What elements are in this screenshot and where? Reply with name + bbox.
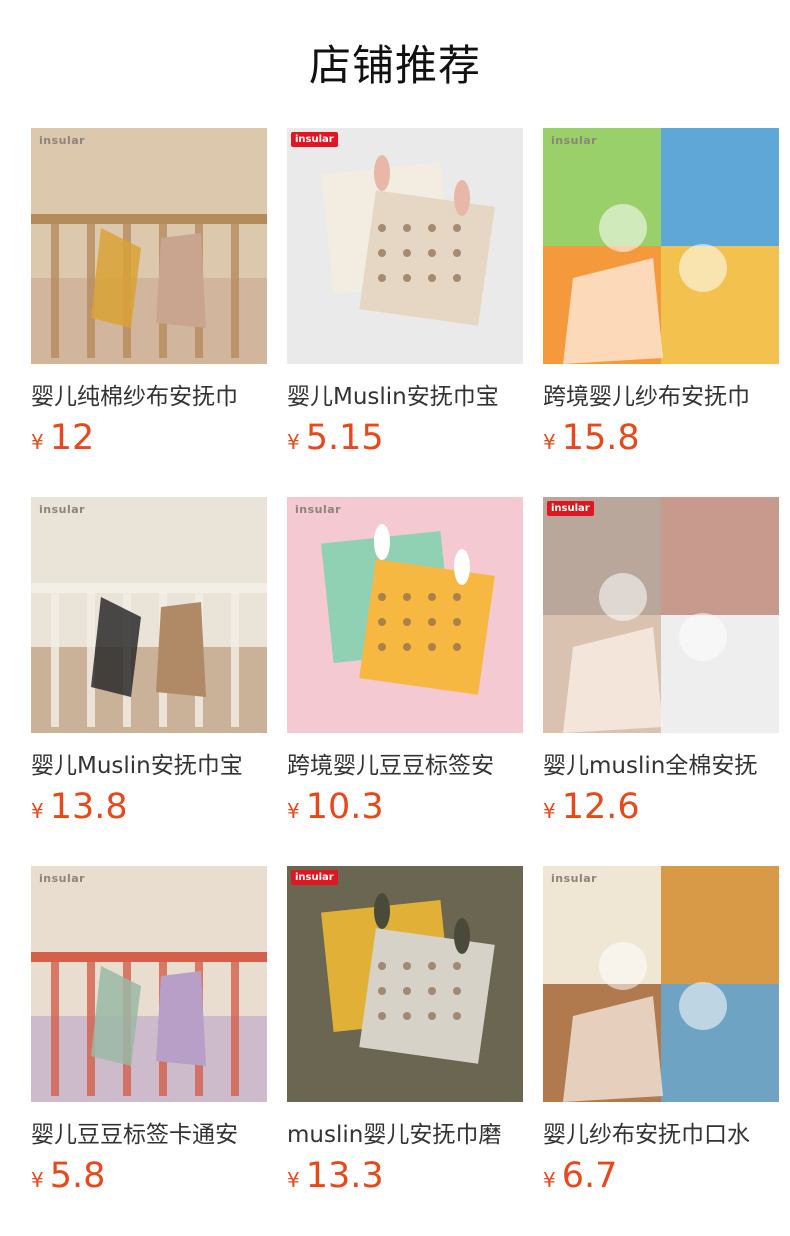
product-name[interactable]: 婴儿纯棉纱布安抚巾 (31, 382, 267, 412)
product-name[interactable]: 婴儿Muslin安抚巾宝 (31, 751, 267, 781)
currency-symbol: ¥ (287, 430, 300, 454)
product-name[interactable]: 跨境婴儿纱布安抚巾 (543, 382, 779, 412)
currency-symbol: ¥ (543, 799, 556, 823)
product-price: ¥13.3 (287, 1154, 384, 1198)
section-title: 店铺推荐 (308, 41, 481, 90)
price-value: 13.8 (49, 787, 128, 827)
product-image[interactable]: insular (543, 497, 779, 733)
price-value: 13.3 (305, 1156, 384, 1196)
brand-badge: insular (547, 501, 594, 516)
price-value: 10.3 (305, 787, 384, 827)
product-name[interactable]: 婴儿豆豆标签卡通安 (31, 1120, 267, 1150)
product-image[interactable]: insular (31, 128, 267, 364)
brand-logo: insular (39, 134, 86, 147)
brand-badge: insular (291, 132, 338, 147)
product-price: ¥13.8 (31, 785, 128, 829)
product-name[interactable]: muslin婴儿安抚巾磨 (287, 1120, 523, 1150)
product-image[interactable]: insular (287, 497, 523, 733)
product-image[interactable]: insular (31, 866, 267, 1102)
product-card[interactable]: insular 婴儿Muslin安抚巾宝 ¥5.15 (287, 128, 523, 458)
product-card[interactable]: insular 婴儿纯棉纱布安抚巾 ¥12 (31, 128, 267, 458)
brand-logo: insular (295, 503, 342, 516)
product-card[interactable]: insular muslin婴儿安抚巾磨 ¥13.3 (287, 866, 523, 1196)
product-price: ¥12 (31, 416, 94, 460)
product-image[interactable]: insular (287, 128, 523, 364)
price-value: 5.8 (49, 1156, 106, 1196)
product-card[interactable]: insular 跨境婴儿纱布安抚巾 ¥15.8 (543, 128, 779, 458)
currency-symbol: ¥ (287, 799, 300, 823)
product-price: ¥5.15 (287, 416, 384, 460)
currency-symbol: ¥ (31, 799, 44, 823)
price-value: 12 (49, 418, 95, 458)
product-name[interactable]: 婴儿Muslin安抚巾宝 (287, 382, 523, 412)
product-name[interactable]: 婴儿纱布安抚巾口水 (543, 1120, 779, 1150)
product-image[interactable]: insular (543, 128, 779, 364)
brand-logo: insular (551, 134, 598, 147)
product-price: ¥5.8 (31, 1154, 105, 1198)
product-card[interactable]: insular 婴儿muslin全棉安抚 ¥12.6 (543, 497, 779, 827)
currency-symbol: ¥ (31, 430, 44, 454)
product-card[interactable]: insular 婴儿Muslin安抚巾宝 ¥13.8 (31, 497, 267, 827)
product-name[interactable]: 婴儿muslin全棉安抚 (543, 751, 779, 781)
product-image[interactable]: insular (543, 866, 779, 1102)
product-card[interactable]: insular 婴儿纱布安抚巾口水 ¥6.7 (543, 866, 779, 1196)
currency-symbol: ¥ (543, 430, 556, 454)
brand-logo: insular (39, 872, 86, 885)
currency-symbol: ¥ (287, 1168, 300, 1192)
product-card[interactable]: insular 婴儿豆豆标签卡通安 ¥5.8 (31, 866, 267, 1196)
currency-symbol: ¥ (543, 1168, 556, 1192)
product-name[interactable]: 跨境婴儿豆豆标签安 (287, 751, 523, 781)
price-value: 5.15 (305, 418, 384, 458)
product-price: ¥10.3 (287, 785, 384, 829)
brand-logo: insular (39, 503, 86, 516)
currency-symbol: ¥ (31, 1168, 44, 1192)
product-price: ¥12.6 (543, 785, 640, 829)
price-value: 12.6 (561, 787, 640, 827)
price-value: 15.8 (561, 418, 640, 458)
product-price: ¥15.8 (543, 416, 640, 460)
product-image[interactable]: insular (287, 866, 523, 1102)
brand-badge: insular (291, 870, 338, 885)
price-value: 6.7 (561, 1156, 618, 1196)
product-price: ¥6.7 (543, 1154, 617, 1198)
product-card[interactable]: insular 跨境婴儿豆豆标签安 ¥10.3 (287, 497, 523, 827)
brand-logo: insular (551, 872, 598, 885)
product-image[interactable]: insular (31, 497, 267, 733)
